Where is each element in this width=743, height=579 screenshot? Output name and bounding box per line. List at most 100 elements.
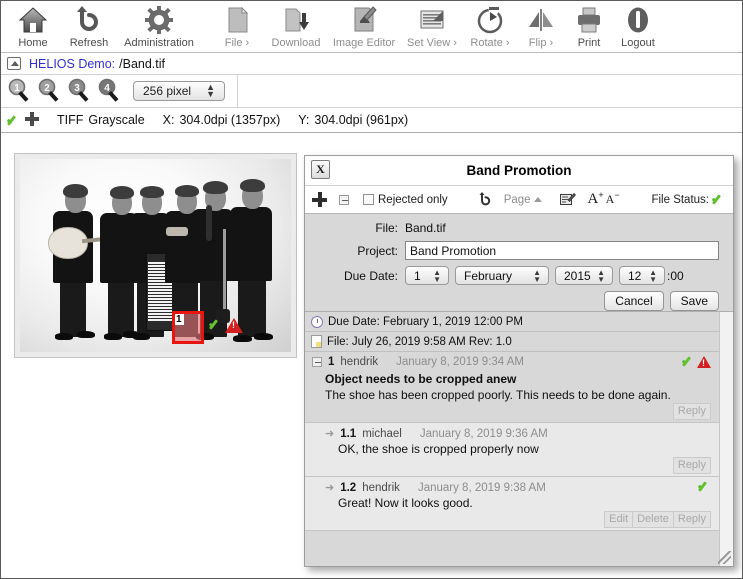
edit-button[interactable]: Edit [604,511,634,528]
toolbar-button-image-editor[interactable]: Image Editor [327,1,401,51]
comment-id: 1.2 [340,481,357,494]
image-preview[interactable]: 1 [20,159,291,352]
red-warning-icon [225,318,243,333]
green-check-icon [697,480,711,493]
toolbar-button-print[interactable]: Print [565,1,613,51]
toolbar-label-administration: Administration [124,37,194,49]
svg-text:4: 4 [104,83,110,94]
due-date-row: Due Date: 1 ▲▼ February ▲▼ 2015 ▲▼ 12 [305,266,719,285]
toolbar-button-logout[interactable]: Logout [613,1,663,51]
toolbar-button-home[interactable]: Home [5,1,61,51]
comment-item[interactable]: ➜ 1.2 hendrik January 8, 2019 9:38 AM Gr… [305,477,719,531]
pixel-size-value: 256 pixel [143,84,192,98]
plus-icon[interactable] [312,192,327,207]
refresh-icon[interactable] [478,192,493,207]
toolbar-button-set-view[interactable]: Set View › [401,1,463,51]
comment-item[interactable]: ➜ 1.1 michael January 8, 2019 9:36 AM OK… [305,423,719,477]
thread-scrollbar[interactable] [719,312,733,566]
magnifier-4-button[interactable]: 4 [95,76,125,106]
meta-row-file: File: July 26, 2019 9:58 AM Rev: 1.0 [305,332,719,352]
due-date-hour-select[interactable]: 12 ▲ ▼ [619,266,665,285]
magnifier-3-button[interactable]: 3 [65,76,95,106]
comment-thread-list: Due Date: February 1, 2019 12:00 PM File… [305,312,719,566]
due-date-hour-value: 12 [628,268,642,283]
rejected-only-label: Rejected only [378,193,448,206]
due-date-day-select[interactable]: 1 ▲ ▼ [405,266,449,285]
magnifier-2-button[interactable]: 2 [35,76,65,106]
comment-actions: Reply [312,403,711,420]
collapse-icon[interactable] [312,357,322,367]
reply-arrow-icon: ➜ [325,428,335,440]
comment-date: January 8, 2019 9:38 AM [417,481,546,494]
reply-button[interactable]: Reply [672,457,711,474]
project-input[interactable] [405,241,719,260]
main-toolbar: Home Refresh Administration File › Downl… [1,1,742,53]
page-label[interactable]: Page [504,194,531,206]
increase-font-button[interactable]: A + [588,190,604,208]
red-warning-icon [697,355,711,368]
panel-toolbar: Rejected only Page A + A − File Status: [305,186,733,214]
caret-up-icon[interactable] [533,197,542,202]
pixel-size-select[interactable]: 256 pixel ▲ ▼ [133,81,225,101]
up-directory-icon[interactable] [7,57,21,70]
toolbar-button-rotate[interactable]: Rotate › [463,1,517,51]
toolbar-button-file[interactable]: File › [209,1,265,51]
download-icon [281,4,311,36]
panel-title: Band Promotion [466,163,572,178]
zoom-toolbar: 1 2 3 4 256 pixel ▲ ▼ [1,75,742,108]
toolbar-button-administration[interactable]: Administration [117,1,201,51]
gear-icon [144,4,174,36]
move-cross-icon[interactable] [25,111,39,129]
resolution-x-value: 304.0dpi (1357px) [179,113,281,127]
due-date-label: Due Date: [343,268,398,283]
toolbar-label-set-view: Set View › [407,37,457,49]
toolbar-button-refresh[interactable]: Refresh [61,1,117,51]
due-date-month-select[interactable]: February ▲ ▼ [455,266,549,285]
chevron-updown-icon: ▲ ▼ [649,268,657,284]
form-button-row: Cancel Save [305,291,719,311]
toolbar-label-flip: Flip › [528,37,554,49]
comment-status-icons [681,355,711,368]
delete-button[interactable]: Delete [633,511,674,528]
toolbar-label-rotate: Rotate › [470,37,510,49]
panel-title-bar: X Band Promotion [305,156,733,186]
annotation-status-icons[interactable] [208,318,243,333]
file-value: Band.tif [405,221,446,235]
comment-body: OK, the shoe is cropped properly now [338,442,539,456]
comment-item[interactable]: 1 hendrik January 8, 2019 9:34 AM Object… [305,352,719,423]
green-check-icon [681,355,695,368]
collapse-icon[interactable] [339,194,349,205]
chevron-updown-icon: ▲ ▼ [533,268,541,284]
edit-note-icon[interactable] [559,192,576,207]
reply-arrow-icon: ➜ [325,482,335,494]
chevron-updown-icon: ▲ ▼ [433,268,441,284]
toolbar-button-download[interactable]: Download [265,1,327,51]
rejected-only-checkbox[interactable] [363,194,374,205]
project-row: Project: [305,241,719,260]
resize-grip[interactable] [718,551,731,564]
reply-button[interactable]: Reply [673,511,711,528]
comment-author: hendrik [362,481,400,494]
resolution-y-value: 304.0dpi (961px) [314,113,409,127]
breadcrumb: HELIOS Demo: /Band.tif [1,53,742,75]
decrease-font-sign: − [614,189,620,200]
cancel-button[interactable]: Cancel [604,291,664,311]
svg-text:3: 3 [74,83,80,94]
annotation-marker-1[interactable]: 1 [172,311,204,344]
annotation-marker-number: 1 [175,314,184,325]
save-button[interactable]: Save [669,291,719,311]
decrease-font-button[interactable]: A − [606,189,620,207]
breadcrumb-volume[interactable]: HELIOS Demo: [29,57,115,71]
comment-subject: Object needs to be cropped anew [325,372,517,386]
reply-button[interactable]: Reply [672,403,711,420]
image-format: TIFF [57,113,84,127]
comment-header: ➜ 1.2 hendrik January 8, 2019 9:38 AM [325,481,711,495]
close-icon[interactable]: X [311,160,330,179]
image-editor-icon [349,4,379,36]
image-preview-card: 1 [14,153,297,358]
chevron-updown-icon: ▲ ▼ [206,82,215,99]
due-date-year-select[interactable]: 2015 ▲ ▼ [555,266,613,285]
resolution-y-label: Y: [298,113,310,127]
magnifier-1-button[interactable]: 1 [5,76,35,106]
toolbar-button-flip[interactable]: Flip › [517,1,565,51]
